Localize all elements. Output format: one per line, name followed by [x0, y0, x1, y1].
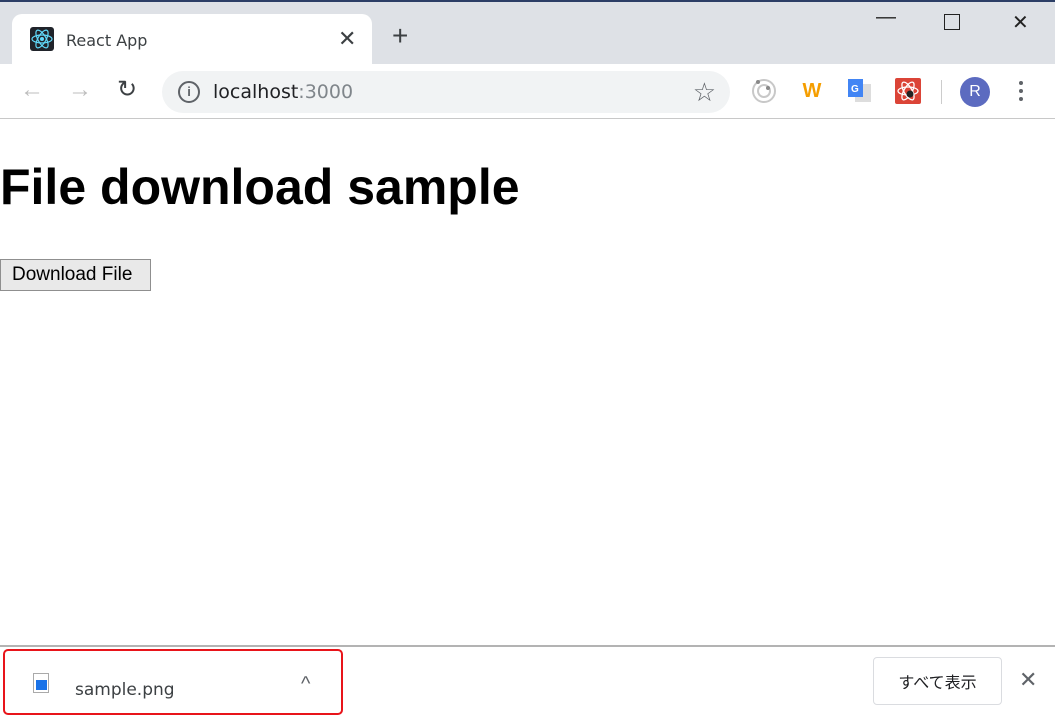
download-file-name: sample.png — [75, 680, 175, 700]
chevron-up-icon[interactable]: ^ — [301, 673, 310, 696]
url-text[interactable]: localhost:3000 — [213, 81, 353, 103]
url-port: :3000 — [298, 81, 354, 103]
window-close-icon[interactable]: ✕ — [1012, 10, 1029, 35]
show-all-button[interactable]: すべて表示 — [873, 657, 1002, 705]
tab-close-icon[interactable]: ✕ — [338, 26, 356, 52]
download-bar: sample.png ^ すべて表示 ✕ — [0, 645, 1055, 718]
react-favicon-icon — [30, 27, 54, 51]
tab-react-app[interactable]: React App ✕ — [12, 14, 372, 66]
address-bar[interactable]: i localhost:3000 ☆ — [162, 71, 730, 113]
download-file-button[interactable]: Download File — [0, 259, 151, 291]
w-extension-icon[interactable]: W — [799, 78, 825, 104]
url-host: localhost — [213, 81, 299, 103]
toolbar: ← → ↻ i localhost:3000 ☆ W G R — [0, 64, 1055, 119]
back-arrow-icon[interactable]: ← — [20, 76, 44, 104]
forward-arrow-icon[interactable]: → — [68, 76, 92, 104]
red-atom-extension-icon[interactable] — [895, 78, 921, 104]
image-file-icon — [33, 673, 49, 693]
reload-icon[interactable]: ↻ — [117, 76, 137, 104]
maximize-icon[interactable] — [944, 14, 960, 30]
page-title: File download sample — [0, 159, 520, 215]
new-tab-icon[interactable]: + — [392, 22, 408, 50]
download-item[interactable]: sample.png ^ — [3, 649, 343, 715]
info-icon[interactable]: i — [178, 81, 200, 103]
tab-strip: React App ✕ + — ✕ — [0, 2, 1055, 66]
bookmark-star-icon[interactable]: ☆ — [693, 77, 716, 108]
profile-avatar[interactable]: R — [960, 77, 990, 107]
google-translate-icon[interactable]: G — [847, 78, 873, 104]
more-menu-icon[interactable] — [1019, 81, 1025, 105]
tab-title: React App — [66, 31, 148, 50]
toolbar-divider — [941, 80, 942, 104]
close-download-bar-icon[interactable]: ✕ — [1019, 667, 1037, 693]
minimize-icon[interactable]: — — [876, 6, 896, 29]
svg-text:G: G — [851, 84, 859, 95]
ring-extension-icon[interactable] — [751, 78, 777, 104]
